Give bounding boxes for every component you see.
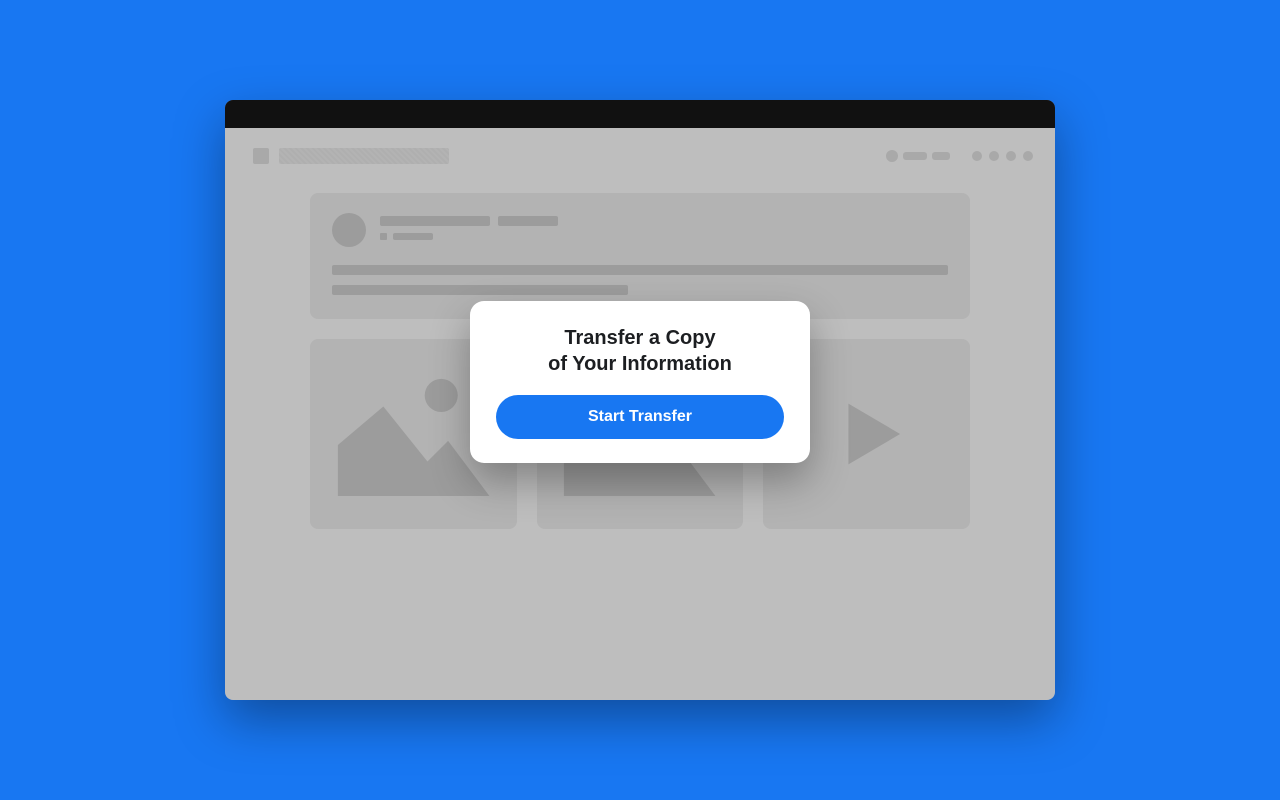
modal-title: Transfer a Copy of Your Information xyxy=(496,325,784,377)
search-placeholder-bar xyxy=(279,148,449,164)
post-header-lines xyxy=(380,213,558,240)
avatar-icon xyxy=(332,213,366,247)
nav-right-group xyxy=(886,150,1033,162)
placeholder-bar xyxy=(393,233,433,240)
nav-pill xyxy=(932,152,950,160)
placeholder-bar xyxy=(380,216,490,226)
nav-pill xyxy=(903,152,927,160)
avatar-icon xyxy=(886,150,898,162)
nav-action-icon xyxy=(1023,151,1033,161)
app-window: Transfer a Copy of Your Information Star… xyxy=(225,100,1055,700)
post-header xyxy=(332,213,948,247)
nav-action-icon xyxy=(972,151,982,161)
transfer-modal: Transfer a Copy of Your Information Star… xyxy=(470,301,810,463)
logo-icon xyxy=(253,148,269,164)
top-nav xyxy=(225,128,1055,183)
start-transfer-button[interactable]: Start Transfer xyxy=(496,395,784,439)
placeholder-bar xyxy=(498,216,558,226)
nav-action-icon xyxy=(1006,151,1016,161)
nav-left-group xyxy=(253,148,449,164)
nav-user-cluster xyxy=(886,150,950,162)
nav-action-cluster xyxy=(972,151,1033,161)
nav-action-icon xyxy=(989,151,999,161)
placeholder-bar xyxy=(332,265,948,275)
window-titlebar xyxy=(225,100,1055,128)
placeholder-bar xyxy=(332,285,628,295)
meta-icon xyxy=(380,233,387,240)
